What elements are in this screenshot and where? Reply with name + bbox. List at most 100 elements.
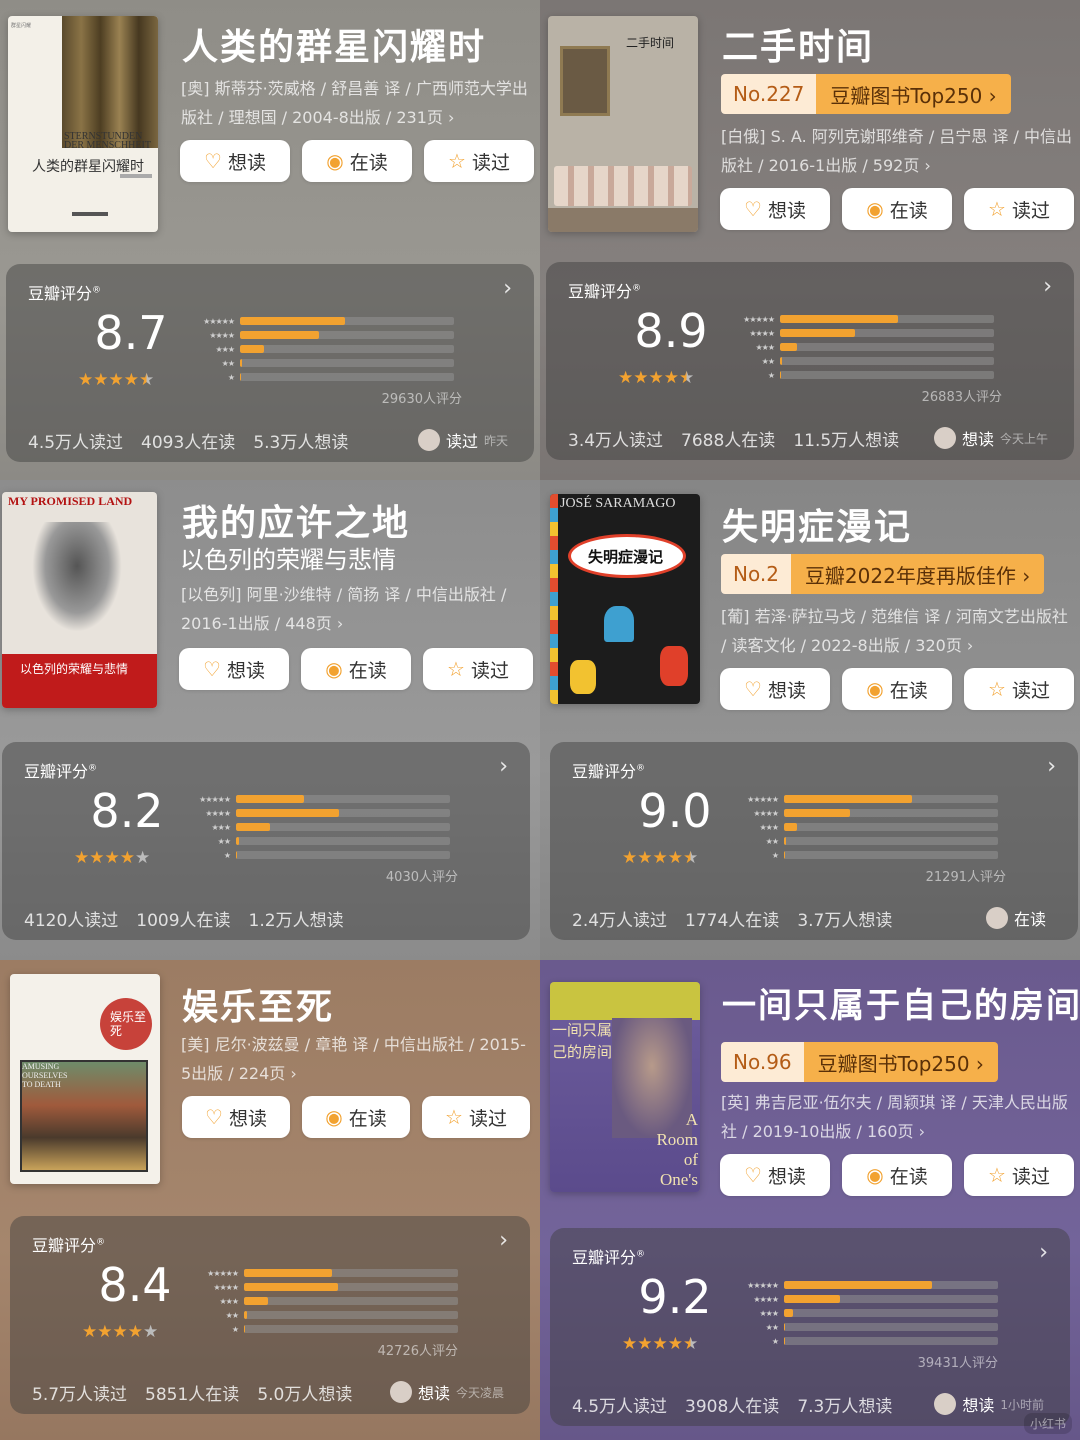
- distribution-row: ★★: [724, 354, 994, 368]
- rating-score: 8.7: [94, 306, 168, 360]
- user-activity[interactable]: 想读 今天上午: [933, 426, 1048, 450]
- book-cover[interactable]: JOSÉ SARAMAGO 失明症漫记: [550, 494, 700, 704]
- read-button[interactable]: ☆ 读过: [422, 1096, 530, 1138]
- chevron-right-icon[interactable]: ›: [503, 276, 512, 301]
- user-activity[interactable]: 在读: [985, 906, 1052, 930]
- star-rating-icon: ★★★★★: [78, 370, 155, 390]
- want-to-read-button[interactable]: ♡ 想读: [720, 188, 830, 230]
- rating-card[interactable]: 豆瓣评分® › 8.2 ★★★★★ ★★★★★ ★★★★ ★★★ ★★ ★ 4030人评分 4120…: [2, 742, 530, 940]
- want-to-read-button[interactable]: ♡ 想读: [720, 1154, 830, 1196]
- chevron-right-icon[interactable]: ›: [1047, 754, 1056, 779]
- book-title[interactable]: 二手时间: [722, 18, 874, 70]
- button-label: 想读: [767, 679, 806, 702]
- reading-button[interactable]: ◉ 在读: [302, 1096, 410, 1138]
- book-title[interactable]: 失明症漫记: [722, 498, 912, 550]
- book-subtitle[interactable]: 以色列的荣耀与悲情: [180, 540, 396, 575]
- star-icon: ☆: [448, 149, 466, 173]
- book-meta[interactable]: [白俄] S. A. 阿列克谢耶维奇 / 吕宁思 译 / 中信出版社 / 201…: [721, 122, 1075, 180]
- reader-stat: 4120人读过: [24, 911, 119, 931]
- rating-card[interactable]: 豆瓣评分® › 9.0 ★★★★★ ★★★★★ ★★★★ ★★★ ★★ ★ 21291人评分 2.4…: [550, 742, 1078, 940]
- star-level-icon: ★★★★★: [743, 314, 775, 324]
- reading-button[interactable]: ◉ 在读: [842, 188, 952, 230]
- distribution-row: ★★★★★: [728, 792, 998, 806]
- user-activity[interactable]: 想读 1小时前: [934, 1392, 1044, 1416]
- star-level-icon: ★★★: [755, 342, 775, 352]
- rating-card[interactable]: 豆瓣评分® › 8.9 ★★★★★ ★★★★★ ★★★★ ★★★ ★★ ★ 26883人评分 3.4…: [546, 262, 1074, 460]
- star-level-icon: ★★★★★: [203, 316, 235, 326]
- user-activity[interactable]: 想读 今天凌晨: [389, 1380, 504, 1404]
- distribution-bar: [784, 1323, 786, 1331]
- button-label: 读过: [471, 151, 510, 174]
- read-button[interactable]: ☆ 读过: [424, 140, 534, 182]
- chevron-right-icon[interactable]: ›: [1043, 274, 1052, 299]
- distribution-row: ★: [728, 1334, 998, 1348]
- book-meta[interactable]: [英] 弗吉尼亚·伍尔夫 / 周颖琪 译 / 天津人民出版社 / 2019-10…: [721, 1088, 1075, 1146]
- star-level-icon: ★★★: [215, 344, 235, 354]
- reading-button[interactable]: ◉ 在读: [842, 1154, 952, 1196]
- book-cover[interactable]: 娱乐至死 AMUSING OURSELVES TO DEATH: [10, 974, 160, 1184]
- reading-button[interactable]: ◉ 在读: [301, 648, 411, 690]
- rating-label: 豆瓣评分®: [572, 762, 646, 781]
- want-to-read-button[interactable]: ♡ 想读: [720, 668, 830, 710]
- rating-label: 豆瓣评分®: [572, 1248, 646, 1267]
- distribution-row: ★: [724, 368, 994, 382]
- user-action: 在读: [1013, 910, 1046, 929]
- book-meta[interactable]: [以色列] 阿里·沙维特 / 简扬 译 / 中信出版社 / 2016-1出版 /…: [181, 580, 535, 638]
- chevron-right-icon[interactable]: ›: [499, 1228, 508, 1253]
- reader-stat: 11.5万人想读: [793, 431, 900, 451]
- distribution-bar: [240, 317, 345, 325]
- rating-card[interactable]: 豆瓣评分® › 8.4 ★★★★★ ★★★★★ ★★★★ ★★★ ★★ ★ 42726人评分 5.7…: [10, 1216, 530, 1414]
- distribution-bar: [784, 837, 787, 845]
- star-level-icon: ★★: [761, 356, 775, 366]
- avatar: [389, 1381, 412, 1403]
- want-to-read-button[interactable]: ♡ 想读: [180, 140, 290, 182]
- distribution-bar: [780, 329, 855, 337]
- rating-card[interactable]: 豆瓣评分® › 8.7 ★★★★★ ★★★★★ ★★★★ ★★★ ★★ ★ 29630人评分 4.5…: [6, 264, 534, 462]
- distribution-row: ★★: [184, 356, 454, 370]
- book-cover[interactable]: 二手时间: [548, 16, 698, 232]
- rating-card[interactable]: 豆瓣评分® › 9.2 ★★★★★ ★★★★★ ★★★★ ★★★ ★★ ★ 39431人评分 4.5…: [550, 1228, 1070, 1426]
- chevron-right-icon[interactable]: ›: [499, 754, 508, 779]
- rating-count: 26883人评分: [921, 390, 1002, 405]
- distribution-track: [784, 795, 998, 803]
- reading-button[interactable]: ◉ 在读: [842, 668, 952, 710]
- rank-badge[interactable]: No.96 豆瓣图书Top250 ›: [721, 1042, 998, 1082]
- rank-label: 豆瓣2022年度再版佳作 ›: [790, 554, 1045, 594]
- star-level-icon: ★★★★★: [747, 794, 779, 804]
- star-rating-icon: ★★★★★: [618, 368, 695, 388]
- rank-badge[interactable]: No.227 豆瓣图书Top250 ›: [721, 74, 1011, 114]
- action-buttons: ♡ 想读 ◉ 在读 ☆ 读过: [180, 140, 534, 182]
- star-level-icon: ★: [771, 1336, 779, 1346]
- book-cover[interactable]: MY PROMISED LAND 以色列的荣耀与悲情: [2, 492, 157, 708]
- book-meta[interactable]: [葡] 若泽·萨拉马戈 / 范维信 译 / 河南文艺出版社 / 读客文化 / 2…: [721, 602, 1075, 660]
- want-to-read-button[interactable]: ♡ 想读: [179, 648, 289, 690]
- read-button[interactable]: ☆ 读过: [423, 648, 533, 690]
- action-buttons: ♡ 想读 ◉ 在读 ☆ 读过: [720, 1154, 1074, 1196]
- read-button[interactable]: ☆ 读过: [964, 1154, 1074, 1196]
- book-title[interactable]: 人类的群星闪耀时: [182, 18, 486, 70]
- star-rating-icon: ★★★★★: [74, 848, 151, 868]
- reader-stat: 2.4万人读过: [572, 911, 668, 931]
- book-cover[interactable]: 群星闪耀 STERNSTUNDEN DER MENSCHHEIT 人类的群星闪耀…: [8, 16, 158, 232]
- rank-badge[interactable]: No.2 豆瓣2022年度再版佳作 ›: [721, 554, 1045, 594]
- book-cover[interactable]: 一间只属于自己的房间 A Room of One's Own: [550, 982, 700, 1192]
- distribution-bar: [244, 1297, 268, 1305]
- read-button[interactable]: ☆ 读过: [964, 668, 1074, 710]
- book-title[interactable]: 娱乐至死: [182, 978, 334, 1030]
- book-title[interactable]: 我的应许之地: [182, 494, 410, 546]
- chevron-right-icon[interactable]: ›: [1039, 1240, 1048, 1265]
- book-title[interactable]: 一间只属于自己的房间: [722, 978, 1080, 1027]
- star-level-icon: ★: [771, 850, 779, 860]
- want-to-read-button[interactable]: ♡ 想读: [182, 1096, 290, 1138]
- reader-stat: 3.4万人读过: [568, 431, 664, 451]
- user-activity[interactable]: 读过 昨天: [417, 428, 508, 452]
- reading-button[interactable]: ◉ 在读: [302, 140, 412, 182]
- book-meta[interactable]: [美] 尼尔·波兹曼 / 章艳 译 / 中信出版社 / 2015-5出版 / 2…: [181, 1030, 535, 1088]
- book-panel: 群星闪耀 STERNSTUNDEN DER MENSCHHEIT 人类的群星闪耀…: [0, 0, 540, 480]
- distribution-row: ★: [188, 1322, 458, 1336]
- rating-label: 豆瓣评分®: [24, 762, 98, 781]
- distribution-row: ★★★: [188, 1294, 458, 1308]
- book-meta[interactable]: [奥] 斯蒂芬·茨威格 / 舒昌善 译 / 广西师范大学出版社 / 理想国 / …: [181, 74, 535, 132]
- target-icon: ◉: [866, 677, 884, 701]
- read-button[interactable]: ☆ 读过: [964, 188, 1074, 230]
